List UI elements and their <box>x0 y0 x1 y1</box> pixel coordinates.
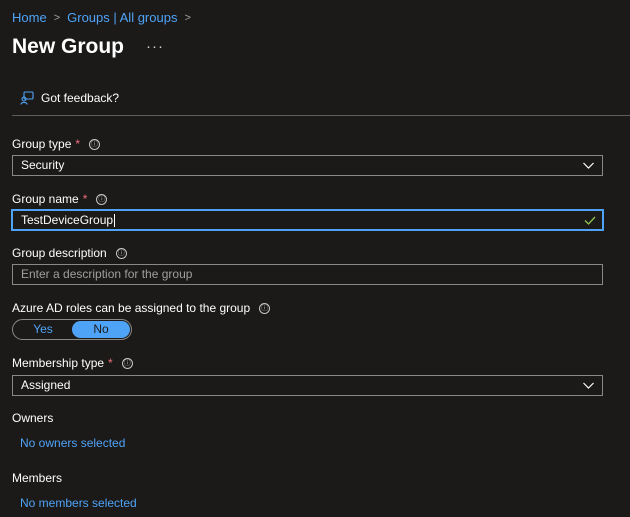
azure-roles-toggle[interactable]: Yes No <box>12 319 132 340</box>
members-label: Members <box>12 471 63 485</box>
info-icon[interactable]: ⓘ <box>89 138 101 150</box>
breadcrumb: Home > Groups | All groups > <box>12 10 198 25</box>
membership-type-label: Membership type * ⓘ <box>12 356 133 370</box>
members-link[interactable]: No members selected <box>20 496 137 510</box>
group-name-input[interactable]: TestDeviceGroup <box>11 209 604 231</box>
info-icon[interactable]: ⓘ <box>115 247 127 259</box>
more-options-button[interactable]: ··· <box>146 38 164 55</box>
group-description-label: Group description ⓘ <box>12 246 127 260</box>
info-icon[interactable]: ⓘ <box>96 193 108 205</box>
required-marker: * <box>82 192 88 206</box>
page-title: New Group <box>12 35 125 58</box>
membership-type-label-text: Membership type <box>12 356 105 370</box>
toggle-yes-option[interactable]: Yes <box>14 321 72 338</box>
breadcrumb-home-link[interactable]: Home <box>12 10 47 25</box>
group-type-value: Security <box>21 158 65 172</box>
divider <box>12 115 630 116</box>
text-cursor <box>114 214 116 228</box>
group-name-label-text: Group name <box>12 192 79 206</box>
info-icon[interactable]: ⓘ <box>121 357 133 369</box>
owners-label: Owners <box>12 411 54 425</box>
feedback-person-icon <box>20 91 34 105</box>
group-description-placeholder: Enter a description for the group <box>21 267 193 281</box>
group-type-label-text: Group type <box>12 137 72 151</box>
group-type-select[interactable]: Security <box>12 155 603 176</box>
group-name-label: Group name * ⓘ <box>12 192 108 206</box>
breadcrumb-groups-link[interactable]: Groups | All groups <box>67 10 177 25</box>
feedback-label: Got feedback? <box>41 91 120 105</box>
owners-link[interactable]: No owners selected <box>20 436 125 450</box>
info-icon[interactable]: ⓘ <box>259 302 271 314</box>
required-marker: * <box>108 356 113 370</box>
group-type-label: Group type * ⓘ <box>12 137 101 151</box>
feedback-button[interactable]: Got feedback? <box>20 91 119 105</box>
checkmark-icon <box>584 216 596 225</box>
group-description-input[interactable]: Enter a description for the group <box>12 264 603 285</box>
azure-roles-label: Azure AD roles can be assigned to the gr… <box>12 301 271 315</box>
chevron-down-icon <box>583 162 594 169</box>
chevron-right-icon: > <box>184 11 191 24</box>
chevron-right-icon: > <box>53 11 61 24</box>
group-name-value: TestDeviceGroup <box>21 213 114 227</box>
azure-roles-label-text: Azure AD roles can be assigned to the gr… <box>12 301 251 315</box>
membership-type-value: Assigned <box>21 378 71 392</box>
required-marker: * <box>75 137 81 151</box>
membership-type-select[interactable]: Assigned <box>12 375 603 396</box>
group-description-label-text: Group description <box>12 246 107 260</box>
chevron-down-icon <box>583 382 594 389</box>
toggle-no-option[interactable]: No <box>72 321 130 338</box>
